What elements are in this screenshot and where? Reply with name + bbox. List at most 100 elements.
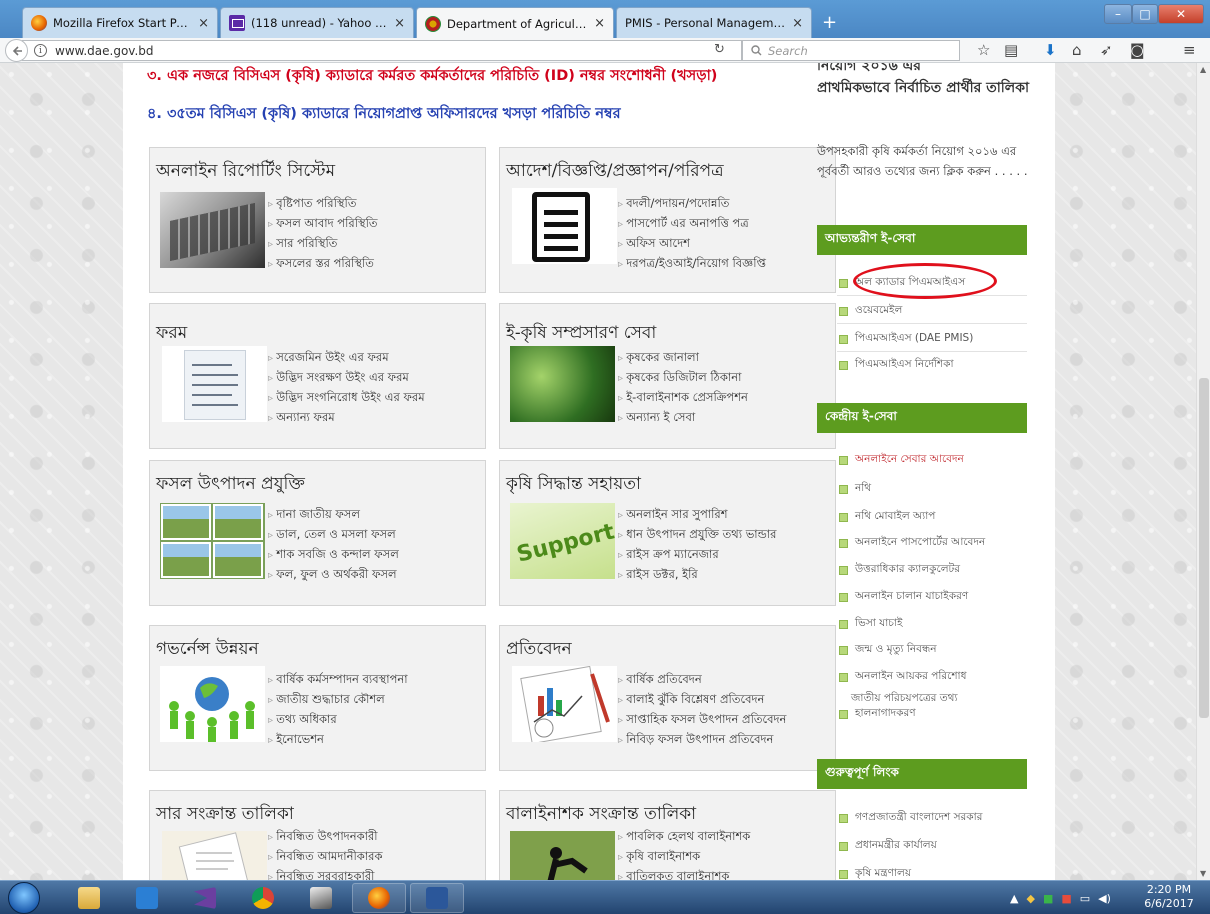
sidebar-item-pm-office[interactable]: প্রধানমন্ত্রীর কার্যালয় [839, 838, 937, 855]
list-item[interactable]: কৃষকের জানালা [618, 348, 748, 368]
search-input[interactable]: Search [742, 40, 960, 61]
scroll-up-arrow-icon[interactable]: ▲ [1200, 65, 1206, 74]
start-button[interactable] [8, 882, 40, 914]
sidebar-item-nothi[interactable]: নথি [839, 481, 871, 498]
list-item[interactable]: অনলাইন সার সুপারিশ [618, 505, 776, 525]
list-item[interactable]: জাতীয় শুদ্ধাচার কৌশল [268, 690, 408, 710]
tab-close-icon[interactable]: × [394, 16, 405, 31]
list-item[interactable]: বাতিলকৃত বালাইনাশক [618, 867, 750, 880]
list-item[interactable]: সার পরিস্থিতি [268, 234, 378, 254]
list-item[interactable]: অন্যান্য ই সেবা [618, 408, 748, 428]
reading-list-icon[interactable]: ▤ [1004, 41, 1018, 59]
sidebar-item-bd-govt[interactable]: গণপ্রজাতন্ত্রী বাংলাদেশ সরকার [839, 810, 982, 827]
taskbar-media-player[interactable] [120, 883, 174, 913]
box-title[interactable]: অনলাইন রিপোর্টিং সিস্টেম [156, 158, 335, 186]
box-title[interactable]: গভর্নেন্স উন্নয়ন [156, 636, 259, 664]
box-title[interactable]: আদেশ/বিজ্ঞপ্তি/প্রজ্ঞাপন/পরিপত্র [506, 158, 724, 186]
url-bar[interactable]: i www.dae.gov.bd [22, 40, 742, 61]
sidebar-item-nid-update[interactable]: হালনাগাদকরণ [839, 706, 916, 723]
list-item[interactable]: সাপ্তাহিক ফসল উৎপাদন প্রতিবেদন [618, 710, 786, 730]
list-item[interactable]: তথ্য অধিকার [268, 710, 408, 730]
sidebar-item-challan-verify[interactable]: অনলাইন চালান যাচাইকরণ [839, 589, 968, 606]
list-item[interactable]: অফিস আদেশ [618, 234, 766, 254]
scroll-down-arrow-icon[interactable]: ▼ [1200, 869, 1206, 878]
list-item[interactable]: নিবিড় ফসল উৎপাদন প্রতিবেদন [618, 730, 786, 750]
minimize-button[interactable]: – [1104, 4, 1132, 24]
sidebar-item-webmail[interactable]: ওয়েবমেইল [839, 303, 902, 320]
taskbar-firefox[interactable] [352, 883, 406, 913]
list-item[interactable]: বদলী/পদায়ন/পদোন্নতি [618, 194, 766, 214]
tab-close-icon[interactable]: × [792, 16, 803, 31]
tab-firefox-start[interactable]: Mozilla Firefox Start Page × [22, 7, 218, 38]
sidebar-item-income-tax[interactable]: অনলাইন আয়কর পরিশোধ [839, 669, 966, 686]
list-item[interactable]: নিবন্ধিত আমদানীকারক [268, 847, 382, 867]
back-button[interactable] [5, 39, 28, 62]
list-item[interactable]: ধান উৎপাদন প্রযুক্তি তথ্য ভান্ডার [618, 525, 776, 545]
list-item[interactable]: কৃষকের ডিজিটাল ঠিকানা [618, 368, 748, 388]
list-item[interactable]: কৃষি বালাইনাশক [618, 847, 750, 867]
taskbar-clock[interactable]: 2:20 PM 6/6/2017 [1138, 883, 1200, 911]
sidebar-item-pmis-guide[interactable]: পিএমআইএস নির্দেশিকা [839, 357, 954, 374]
list-item[interactable]: পাবলিক হেলথ বালাইনাশক [618, 827, 750, 847]
list-item[interactable]: সরেজমিন উইং এর ফরম [268, 348, 425, 368]
maximize-button[interactable]: □ [1132, 4, 1158, 24]
box-title[interactable]: কৃষি সিদ্ধান্ত সহায়তা [506, 471, 641, 499]
tab-close-icon[interactable]: × [594, 16, 605, 31]
sidebar-item-dae-pmis[interactable]: পিএমআইএস (DAE PMIS) [839, 331, 973, 348]
list-item[interactable]: উদ্ভিদ সংগনিরোধ উইং এর ফরম [268, 388, 424, 408]
list-item[interactable]: নিবন্ধিত উৎপাদনকারী [268, 827, 383, 847]
box-title[interactable]: সার সংক্রান্ত তালিকা [156, 801, 294, 829]
list-item[interactable]: বৃষ্টিপাত পরিস্থিতি [268, 194, 378, 214]
list-item[interactable]: উদ্ভিদ সংরক্ষণ উইং এর ফরম [268, 368, 425, 388]
page-scrollbar[interactable]: ▲ ▼ [1196, 63, 1210, 880]
tab-dae[interactable]: Department of Agricultural E × [416, 7, 614, 39]
list-item[interactable]: শাক সবজি ও কন্দাল ফসল [268, 545, 399, 565]
tab-yahoo-mail[interactable]: (118 unread) - Yahoo - Yahoo × [220, 7, 414, 38]
close-window-button[interactable]: ✕ [1158, 4, 1204, 24]
list-item[interactable]: ফল, ফুল ও অর্থকরী ফসল [268, 565, 399, 585]
recruitment-title-partial[interactable]: নিয়োগ ২০১৬ এর [817, 63, 1042, 77]
taskbar-scanner[interactable] [294, 883, 348, 913]
box-title[interactable]: প্রতিবেদন [506, 636, 572, 664]
app-tray-icon[interactable]: ■ [1043, 892, 1053, 905]
taskbar-file-explorer[interactable] [62, 883, 116, 913]
list-item[interactable]: দানা জাতীয় ফসল [268, 505, 399, 525]
sidebar-item-nothi-app[interactable]: নথি মোবাইল অ্যাপ [839, 509, 935, 526]
sidebar-item-inheritance-calculator[interactable]: উত্তরাধিকার ক্যালকুলেটর [839, 562, 960, 579]
sidebar-item-visa-check[interactable]: ভিসা যাচাই [839, 616, 902, 633]
show-hidden-icons-icon[interactable]: ▲ [1010, 892, 1018, 905]
taskbar-visual-studio[interactable] [178, 883, 232, 913]
pocket-icon[interactable]: ◙ [1130, 41, 1145, 59]
list-item[interactable]: বার্ষিক কর্মসম্পাদন ব্যবস্থাপনা [268, 670, 407, 690]
security-tray-icon[interactable]: ■ [1061, 892, 1071, 905]
list-item[interactable]: রাইস ডক্টর, ইরি [618, 565, 776, 585]
notice-link-id-correction[interactable]: ৩. এক নজরে বিসিএস (কৃষি) ক্যাডারে কর্মরত… [147, 65, 717, 89]
volume-icon[interactable]: ◀) [1098, 892, 1111, 905]
reload-icon[interactable]: ↻ [714, 42, 725, 57]
new-tab-button[interactable]: + [822, 12, 837, 33]
scroll-thumb[interactable] [1199, 378, 1209, 718]
list-item[interactable]: ফসলের স্তর পরিস্থিতি [268, 254, 378, 274]
list-item[interactable]: দরপত্র/ইওআই/নিয়োগ বিজ্ঞপ্তি [618, 254, 766, 274]
send-tab-icon[interactable]: ➶ [1100, 41, 1113, 59]
site-info-icon[interactable]: i [34, 44, 47, 57]
menu-icon[interactable]: ≡ [1183, 41, 1196, 59]
sidebar-item-agri-ministry[interactable]: কৃষি মন্ত্রণালয় [839, 866, 911, 880]
tab-close-icon[interactable]: × [198, 16, 209, 31]
list-item[interactable]: পাসপোর্ট এর অনাপত্তি পত্র [618, 214, 766, 234]
list-item[interactable]: বালাই ঝুঁকি বিশ্লেষণ প্রতিবেদন [618, 690, 786, 710]
list-item[interactable]: ডাল, তেল ও মসলা ফসল [268, 525, 399, 545]
monitor-icon[interactable]: ▭ [1080, 892, 1090, 905]
box-title[interactable]: ফরম [156, 320, 187, 348]
sidebar-item-passport[interactable]: অনলাইনে পাসপোর্টের আবেদন [839, 535, 985, 552]
list-item[interactable]: ইনোভেশন [268, 730, 408, 750]
box-title[interactable]: ফসল উৎপাদন প্রযুক্তি [156, 471, 305, 499]
recruitment-info-text[interactable]: উপসহকারী কৃষি কর্মকর্তা নিয়োগ ২০১৬ এর প… [817, 141, 1042, 181]
list-item[interactable]: রাইস ক্রপ ম্যানেজার [618, 545, 776, 565]
box-title[interactable]: বালাইনাশক সংক্রান্ত তালিকা [506, 801, 696, 829]
taskbar-word[interactable] [410, 883, 464, 913]
list-item[interactable]: ই-বালাইনাশক প্রেসক্রিপশন [618, 388, 748, 408]
notice-link-35th-bcs[interactable]: ৪. ৩৫তম বিসিএস (কৃষি) ক্যাডারে নিয়োগপ্র… [147, 103, 621, 127]
network-icon[interactable]: ◆ [1026, 892, 1034, 905]
recruitment-title[interactable]: প্রাথমিকভাবে নির্বাচিত প্রার্থীর তালিকা [817, 77, 1042, 99]
